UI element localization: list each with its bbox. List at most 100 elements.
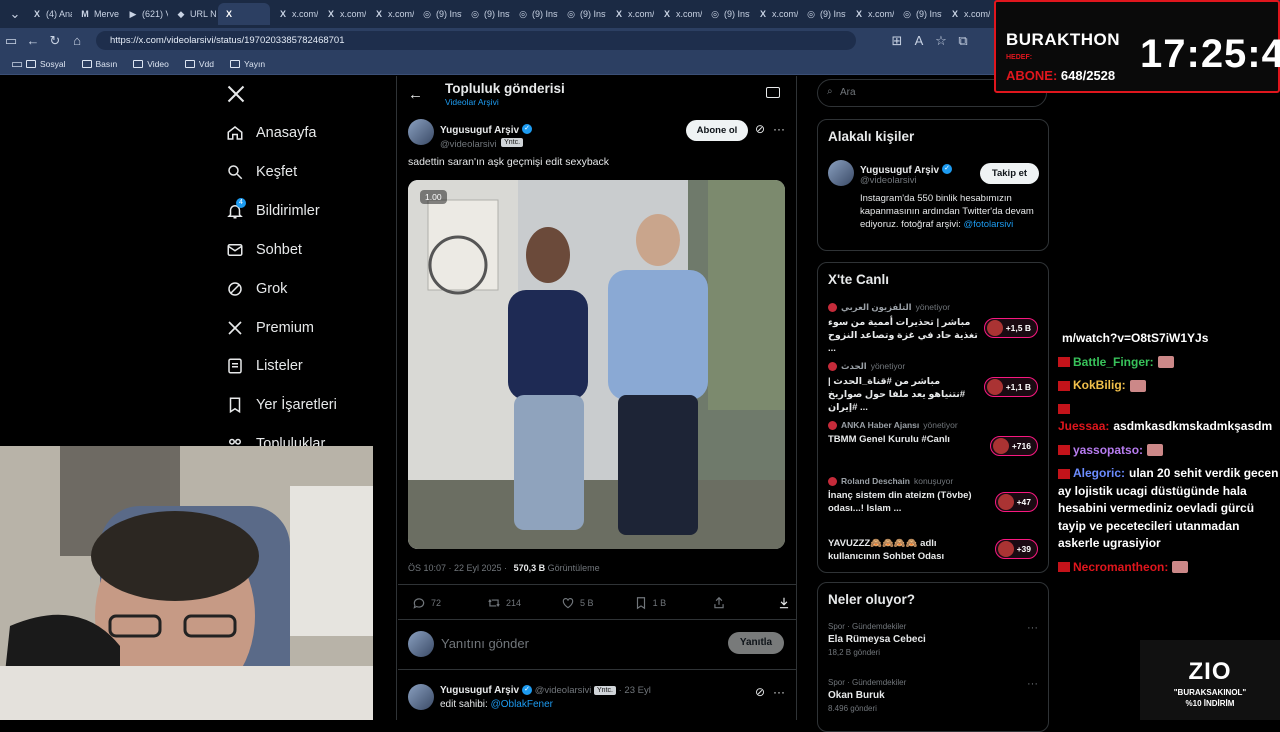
trend-item[interactable]: Spor · Gündemdekiler Okan Buruk 8.496 gönd… — [828, 678, 1038, 713]
browser-tab[interactable]: ◆ URL N — [170, 3, 216, 25]
browser-tab[interactable]: Xx.com/ — [848, 3, 894, 25]
reply-input[interactable]: Yanıtını gönder — [441, 636, 529, 651]
browser-tab[interactable]: Xx.com/ — [944, 3, 990, 25]
trend-item[interactable]: Spor · Gündemdekiler Ela Rümeysa Cebeci 18… — [828, 622, 1038, 657]
bookmark-folder[interactable]: Basın — [81, 59, 117, 69]
browser-tab[interactable]: X — [218, 3, 270, 25]
follow-button[interactable]: Takip et — [980, 163, 1039, 184]
more-options-icon[interactable]: ··· — [773, 685, 785, 699]
reply-button[interactable]: Yanıtla — [728, 632, 784, 654]
nav-item-bookmark[interactable]: Yer İşaretleri — [226, 396, 337, 414]
reply-author-handle[interactable]: @videolarsivi — [535, 685, 592, 696]
nav-item-x[interactable]: Premium — [226, 319, 314, 337]
my-avatar[interactable] — [408, 631, 434, 657]
bookmark-folder[interactable]: Yayın — [229, 59, 265, 69]
browser-tab[interactable]: ◎ (9) Inst — [896, 3, 942, 25]
related-handle[interactable]: @videolarsivi — [860, 175, 917, 186]
browser-tab[interactable]: ◎ (9) Inst — [512, 3, 558, 25]
listener-count[interactable]: +47 — [994, 492, 1038, 512]
nav-item-label: Bildirimler — [256, 202, 320, 219]
sidebar-toggle-icon[interactable]: ▭ — [0, 33, 22, 49]
browser-tab[interactable]: ◎ (9) Inst — [416, 3, 462, 25]
nav-item-home[interactable]: Anasayfa — [226, 124, 316, 142]
browser-tab[interactable]: M Merve — [74, 3, 120, 25]
grok-icon[interactable]: ⊘ — [755, 685, 765, 699]
browser-tab[interactable]: Xx.com/ — [656, 3, 702, 25]
browser-tab[interactable]: Xx.com/ — [368, 3, 414, 25]
reader-view-icon[interactable] — [766, 87, 780, 98]
grok-icon[interactable]: ⊘ — [755, 122, 765, 136]
collections-icon[interactable]: ⧉ — [952, 33, 974, 49]
live-space-item[interactable]: YAVUZZZ🙈🙈🙈🙈 adlı kullanıcının Sohbet Oda… — [828, 537, 1038, 563]
nav-item-search[interactable]: Keşfet — [226, 163, 297, 181]
tab-label: Merve — [94, 9, 120, 19]
reply-author-name[interactable]: Yugusuguf Arşiv — [440, 685, 519, 696]
repost-action[interactable]: 214 — [487, 596, 521, 610]
related-bio-link[interactable]: @fotolarsivi — [964, 219, 1014, 230]
bookmark-folder[interactable]: Sosyal — [26, 59, 66, 69]
tab-menu-icon[interactable]: ⌄ — [4, 6, 26, 22]
related-avatar[interactable] — [828, 160, 854, 186]
back-icon[interactable]: ← — [22, 33, 44, 48]
listener-count[interactable]: +1,5 B — [983, 318, 1038, 338]
refresh-icon[interactable]: ↻ — [44, 33, 66, 49]
bookmark-folder[interactable]: Vdd — [184, 59, 214, 69]
browser-tab[interactable]: Xx.com/ — [320, 3, 366, 25]
read-mode-icon[interactable]: ⊞ — [886, 33, 908, 49]
url-field[interactable]: https://x.com/videolarsivi/status/197020… — [96, 31, 856, 50]
browser-tab[interactable]: ◎ (9) Inst — [560, 3, 606, 25]
live-host-role: yönetiyor — [870, 361, 906, 371]
bookmark-folder[interactable]: Video — [133, 59, 169, 69]
like-action[interactable]: 5 B — [561, 596, 594, 610]
post-time[interactable]: ÖS 10:07 · 22 Eyl 2025 · — [408, 563, 507, 573]
nav-item-mail[interactable]: Sohbet — [226, 241, 302, 259]
nav-item-label: Anasayfa — [256, 125, 317, 141]
nav-item-bell[interactable]: 4 Bildirimler — [226, 197, 320, 220]
browser-tab[interactable]: Xx.com/ — [752, 3, 798, 25]
post-video[interactable]: 1.00 — [408, 180, 785, 549]
reply-action[interactable]: 72 — [412, 596, 441, 610]
video-speed-label[interactable]: 1.00 — [420, 190, 447, 204]
browser-tab[interactable]: ◎ (9) Inst — [464, 3, 510, 25]
favorite-star-icon[interactable]: ☆ — [930, 33, 952, 49]
download-action[interactable] — [777, 596, 796, 610]
trend-more-icon[interactable]: ··· — [1027, 678, 1038, 690]
webcam-image — [0, 446, 373, 720]
bookmark-action[interactable]: 1 B — [634, 596, 667, 610]
author-handle[interactable]: @videolarsivi — [440, 139, 497, 150]
browser-tab[interactable]: ▶ (621) V — [122, 3, 168, 25]
more-options-icon[interactable]: ··· — [773, 122, 785, 136]
community-link[interactable]: Videolar Arşivi — [445, 97, 499, 107]
listener-count[interactable]: +716 — [989, 436, 1038, 456]
share-action[interactable] — [712, 596, 731, 610]
nav-item-grok[interactable]: Grok — [226, 280, 287, 298]
bookmark-count: 1 B — [652, 598, 667, 608]
browser-tab[interactable]: Xx.com/ — [272, 3, 318, 25]
reply-date[interactable]: · 23 Eyl — [619, 685, 651, 696]
home-icon — [226, 124, 244, 142]
chat-text: m/watch?v=O8tS7iW1YJs — [1062, 331, 1209, 345]
back-arrow-icon[interactable]: ← — [408, 86, 423, 103]
nav-item-list[interactable]: Listeler — [226, 357, 303, 375]
chat-badge-icon — [1058, 468, 1070, 479]
author-avatar[interactable] — [408, 119, 434, 145]
font-size-icon[interactable]: A — [908, 33, 930, 48]
live-space-item[interactable]: الحدث yönetiyor مباشر من #قناة_الحدث | #نت… — [828, 361, 1038, 414]
browser-tab[interactable]: ◎ (9) Inst — [800, 3, 846, 25]
subscribe-button[interactable]: Abone ol — [686, 120, 748, 141]
browser-tab[interactable]: X (4) Ana — [26, 3, 72, 25]
listener-count[interactable]: +39 — [994, 539, 1038, 559]
x-logo-icon[interactable] — [226, 84, 246, 110]
listener-count[interactable]: +1,1 B — [983, 377, 1038, 397]
live-space-item[interactable]: التلفزيون العربي yönetiyor مباشر | تحذيرات… — [828, 302, 1038, 355]
tab-label: x.com/ — [676, 9, 702, 19]
browser-tab[interactable]: ◎ (9) Inst — [704, 3, 750, 25]
live-space-item[interactable]: ANKA Haber Ajansı yönetiyor TBMM Genel Kur… — [828, 420, 1038, 456]
screen-icon[interactable]: ▭ — [8, 56, 26, 72]
browser-tab[interactable]: Xx.com/ — [608, 3, 654, 25]
trend-more-icon[interactable]: ··· — [1027, 622, 1038, 634]
home-icon[interactable]: ⌂ — [66, 33, 88, 48]
reply-mention-link[interactable]: @OblakFener — [491, 699, 553, 710]
live-space-item[interactable]: Roland Deschain konuşuyor İnanç sistem din… — [828, 476, 1038, 515]
reply-author-avatar[interactable] — [408, 684, 434, 710]
